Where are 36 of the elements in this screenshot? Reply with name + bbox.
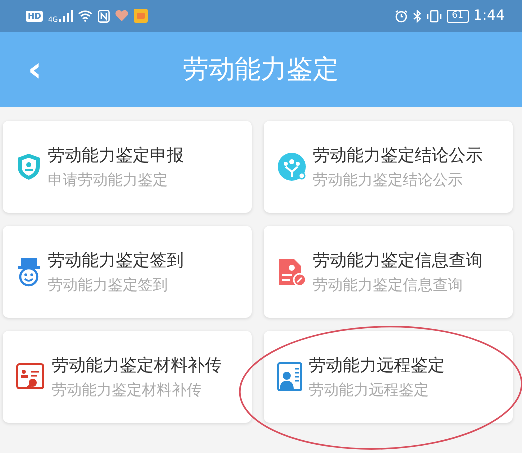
heart-icon (115, 10, 130, 22)
bluetooth-icon (413, 10, 422, 22)
wifi-icon (78, 10, 94, 22)
alarm-icon (395, 10, 408, 22)
certificate-icon (16, 363, 46, 391)
card-title: 劳动能力远程鉴定 (309, 355, 445, 377)
signal-icon (59, 10, 74, 22)
card-subtitle: 劳动能力鉴定签到 (48, 276, 169, 295)
card-title: 劳动能力鉴定签到 (48, 250, 184, 272)
document-edit-icon (277, 257, 307, 287)
card-subtitle: 劳动能力鉴定信息查询 (313, 276, 464, 295)
menu-card[interactable]: 劳动能力鉴定信息查询 劳动能力鉴定信息查询 (264, 226, 513, 318)
card-subtitle: 劳动能力远程鉴定 (309, 381, 430, 400)
vibrate-icon (427, 10, 442, 22)
card-subtitle: 劳动能力鉴定材料补传 (52, 381, 203, 400)
menu-card[interactable]: 劳动能力鉴定材料补传 劳动能力鉴定材料补传 (3, 331, 252, 423)
menu-card[interactable]: 劳动能力鉴定签到 劳动能力鉴定签到 (3, 226, 252, 318)
card-subtitle: 申请劳动能力鉴定 (48, 171, 169, 190)
hat-face-icon (16, 257, 42, 287)
card-title: 劳动能力鉴定材料补传 (52, 355, 222, 377)
card-subtitle: 劳动能力鉴定结论公示 (313, 171, 464, 190)
menu-card[interactable]: 劳动能力鉴定申报 申请劳动能力鉴定 (3, 121, 252, 213)
menu-card[interactable]: 劳动能力鉴定结论公示 劳动能力鉴定结论公示 (264, 121, 513, 213)
clock-time: 1:44 (474, 8, 505, 24)
battery-indicator: 61 (447, 10, 469, 22)
card-title: 劳动能力鉴定结论公示 (313, 145, 483, 167)
id-card-icon (277, 362, 303, 392)
menu-card[interactable]: 劳动能力远程鉴定 劳动能力远程鉴定 (264, 331, 513, 423)
nfc-icon (98, 10, 110, 22)
people-group-icon (277, 152, 307, 182)
page-title: 劳动能力鉴定 (183, 54, 339, 87)
shield-icon (16, 153, 42, 181)
card-title: 劳动能力鉴定信息查询 (313, 250, 483, 272)
card-title: 劳动能力鉴定申报 (48, 145, 184, 167)
app-icon (134, 9, 148, 23)
hd-indicator: HD (26, 10, 44, 22)
